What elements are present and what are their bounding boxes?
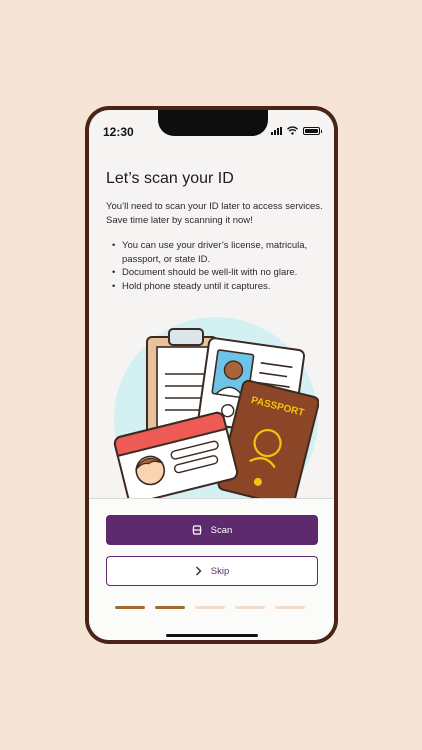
- intro-text: You’ll need to scan your ID later to acc…: [106, 201, 323, 226]
- phone-screen: 12:30 Let’s scan your ID You’ll need to …: [89, 110, 334, 640]
- scan-document-icon: [192, 525, 202, 535]
- progress-step: [115, 606, 145, 609]
- status-time: 12:30: [103, 125, 134, 139]
- progress-indicator: [115, 606, 305, 609]
- progress-step: [155, 606, 185, 609]
- scan-button[interactable]: Scan: [106, 515, 318, 545]
- notch: [158, 110, 268, 136]
- skip-button-label: Skip: [210, 565, 230, 577]
- home-indicator: [166, 634, 258, 637]
- id-documents-illustration: PASSPORT: [113, 317, 319, 498]
- progress-step: [195, 606, 225, 609]
- wifi-icon: [287, 126, 298, 135]
- tips-list: You can use your driver’s license, matri…: [112, 239, 322, 293]
- tip-item: Hold phone steady until it captures.: [112, 280, 322, 294]
- tip-item: Document should be well-lit with no glar…: [112, 266, 322, 280]
- page-title: Let’s scan your ID: [106, 170, 234, 187]
- progress-step: [275, 606, 305, 609]
- chevron-right-icon: [195, 566, 202, 576]
- scan-button-label: Scan: [210, 524, 233, 536]
- battery-icon: [303, 126, 322, 135]
- phone-frame: 12:30 Let’s scan your ID You’ll need to …: [85, 106, 338, 644]
- status-icons: [271, 126, 322, 135]
- cellular-signal-icon: [271, 126, 282, 135]
- skip-button[interactable]: Skip: [106, 556, 318, 586]
- progress-step: [235, 606, 265, 609]
- tip-item: You can use your driver’s license, matri…: [112, 239, 322, 266]
